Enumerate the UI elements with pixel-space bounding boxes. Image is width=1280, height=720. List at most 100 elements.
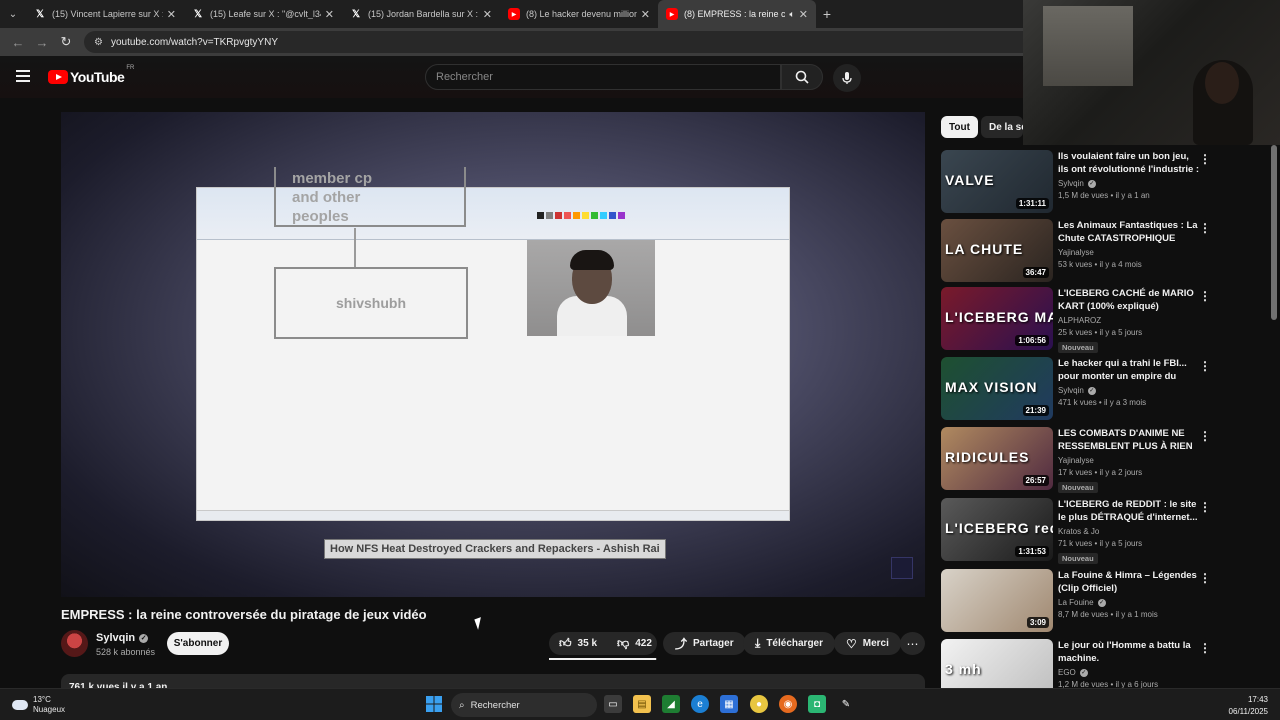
more-options-icon[interactable]: ⋮ xyxy=(1199,500,1211,514)
recommendation-channel[interactable]: La Fouine ✓ xyxy=(1058,598,1200,607)
nvidia-icon[interactable]: ◢ xyxy=(662,695,680,713)
reload-icon[interactable]: ↻ xyxy=(54,30,78,54)
system-clock[interactable]: 17:43 06/11/2025 xyxy=(1229,694,1268,718)
recommendation-thumbnail[interactable]: 3:09 xyxy=(941,569,1053,632)
recommendation-channel[interactable]: ALPHAROZ xyxy=(1058,316,1200,325)
chip-all[interactable]: Tout xyxy=(941,116,978,138)
firefox-icon[interactable]: ◉ xyxy=(779,695,797,713)
dislike-button[interactable]: 👎︎ 422 xyxy=(607,632,662,655)
chrome-icon[interactable]: ● xyxy=(750,695,768,713)
windows-start-icon[interactable] xyxy=(425,695,443,713)
recommendation-item[interactable]: L'ICEBERG MARIOKART 1:06:56 L'ICEBERG CACH… xyxy=(941,287,1213,353)
browser-tab[interactable]: 𝕏 (15) Leafe sur X : "@cvlt_l34d3r ✕ xyxy=(184,0,342,28)
speaker-icon[interactable]: 🔈︎ xyxy=(789,9,794,20)
close-tab-icon[interactable]: ✕ xyxy=(641,8,650,21)
recommendation-thumbnail[interactable]: L'ICEBERG reddit 1:31:53 xyxy=(941,498,1053,561)
tab-search-chevron-icon[interactable]: ⌄ xyxy=(0,0,26,28)
back-arrow-icon[interactable]: ← xyxy=(6,30,30,54)
task-view-icon[interactable]: ▭ xyxy=(604,695,622,713)
browser-tab[interactable]: 𝕏 (15) Vincent Lapierre sur X : "Il a ✕ xyxy=(26,0,184,28)
browser-tab[interactable]: 𝕏 (15) Jordan Bardella sur X : "Ce ✕ xyxy=(342,0,500,28)
search-button[interactable] xyxy=(781,64,823,90)
menu-icon[interactable] xyxy=(16,70,30,82)
recommendation-item[interactable]: 3:09 La Fouine & Himra – Légendes (Clip O… xyxy=(941,569,1213,633)
capture-app-icon[interactable]: ✎ xyxy=(837,695,855,713)
recommendation-channel-name[interactable]: Kratos & Jo xyxy=(1058,527,1099,536)
recommendation-thumbnail[interactable]: LA CHUTE 36:47 xyxy=(941,219,1053,282)
recommendation-channel[interactable]: Sylvqin ✓ xyxy=(1058,179,1200,188)
more-options-icon[interactable]: ⋮ xyxy=(1199,571,1211,585)
taskbar-search[interactable]: ⌕ Rechercher xyxy=(451,693,597,717)
recommendation-title[interactable]: LES COMBATS D'ANIME NE RESSEMBLENT PLUS … xyxy=(1058,427,1200,453)
recommendation-channel[interactable]: Yajinalyse xyxy=(1058,248,1200,257)
site-info-icon[interactable]: ⚙︎ xyxy=(94,37,103,48)
recommendation-channel-name[interactable]: Sylvqin xyxy=(1058,386,1084,395)
recommendation-title[interactable]: Les Animaux Fantastiques : La Chute CATA… xyxy=(1058,219,1200,245)
close-tab-icon[interactable]: ✕ xyxy=(325,8,334,21)
recommendation-channel[interactable]: EGO ✓ xyxy=(1058,668,1200,677)
channel-name[interactable]: Sylvqin ✓ xyxy=(96,632,149,644)
share-button[interactable]: ⤴ Partager xyxy=(663,632,746,655)
recommendation-thumbnail[interactable]: RIDICULES 26:57 xyxy=(941,427,1053,490)
recommendation-title[interactable]: Ils voulaient faire un bon jeu, ils ont … xyxy=(1058,150,1200,176)
file-explorer-icon[interactable]: ▤ xyxy=(633,695,651,713)
thanks-button[interactable]: ♡ Merci xyxy=(834,632,901,655)
app-icon[interactable]: ◘ xyxy=(808,695,826,713)
channel-name-text[interactable]: Sylvqin xyxy=(96,632,135,644)
recommendation-title[interactable]: Le jour où l'Homme a battu la machine. xyxy=(1058,639,1200,665)
recommendation-channel[interactable]: Kratos & Jo xyxy=(1058,527,1200,536)
recommendation-item[interactable]: MAX VISION 21:39 Le hacker qui a trahi le … xyxy=(941,357,1213,421)
like-button[interactable]: 👍︎ 35 k xyxy=(549,632,607,655)
more-options-icon[interactable]: ⋮ xyxy=(1199,221,1211,235)
recommendation-channel-name[interactable]: Yajinalyse xyxy=(1058,248,1094,257)
close-tab-icon[interactable]: ✕ xyxy=(799,8,808,21)
dislike-count: 422 xyxy=(635,638,652,649)
browser-tab-active[interactable]: ▶ (8) EMPRESS : la reine contr 🔈︎ ✕ xyxy=(658,0,816,28)
chip-from-series[interactable]: De la sé xyxy=(981,116,1023,138)
more-options-icon[interactable]: ⋮ xyxy=(1199,289,1211,303)
subscribe-button[interactable]: S'abonner xyxy=(167,632,229,655)
forward-arrow-icon[interactable]: → xyxy=(30,30,54,54)
recommendation-channel-name[interactable]: Sylvqin xyxy=(1058,179,1084,188)
close-tab-icon[interactable]: ✕ xyxy=(483,8,492,21)
recommendation-channel-name[interactable]: Yajinalyse xyxy=(1058,456,1094,465)
video-player[interactable]: member cp and other peoples shivshubh Ho… xyxy=(61,112,925,597)
recommendation-item[interactable]: LA CHUTE 36:47 Les Animaux Fantastiques : … xyxy=(941,219,1213,283)
page-scrollbar[interactable] xyxy=(1271,145,1277,320)
recommendation-channel[interactable]: Yajinalyse xyxy=(1058,456,1200,465)
recommendation-item[interactable]: RIDICULES 26:57 LES COMBATS D'ANIME NE RES… xyxy=(941,427,1213,493)
recommendation-item[interactable]: L'ICEBERG reddit 1:31:53 L'ICEBERG de REDD… xyxy=(941,498,1213,564)
more-options-icon[interactable]: ⋮ xyxy=(1199,152,1211,166)
recommendation-title[interactable]: L'ICEBERG CACHÉ de MARIO KART (100% expl… xyxy=(1058,287,1200,313)
more-actions-icon[interactable]: ⋯ xyxy=(900,632,925,655)
browser-tab[interactable]: ▶ (8) Le hacker devenu millionnaire ✕ xyxy=(500,0,658,28)
recommendation-channel[interactable]: Sylvqin ✓ xyxy=(1058,386,1200,395)
recommendation-item[interactable]: VALVE 1:31:11 Ils voulaient faire un bon j… xyxy=(941,150,1213,214)
close-tab-icon[interactable]: ✕ xyxy=(167,8,176,21)
search-input[interactable]: Rechercher xyxy=(425,64,781,90)
url-bar[interactable]: ⚙︎ youtube.com/watch?v=TKRpvgtyYNY xyxy=(84,31,1034,53)
recommendation-channel-name[interactable]: ALPHAROZ xyxy=(1058,316,1101,325)
recommendation-meta: 53 k vues • il y a 4 mois xyxy=(1058,260,1142,269)
more-options-icon[interactable]: ⋮ xyxy=(1199,359,1211,373)
more-options-icon[interactable]: ⋮ xyxy=(1199,641,1211,655)
recommendation-channel-name[interactable]: EGO xyxy=(1058,668,1076,677)
download-button[interactable]: ⤓ Télécharger xyxy=(743,632,836,655)
weather-widget[interactable]: 13°C Nuageux xyxy=(12,695,65,715)
channel-avatar[interactable] xyxy=(61,630,88,657)
store-icon[interactable]: ▦ xyxy=(720,695,738,713)
recommendation-thumbnail[interactable]: VALVE 1:31:11 xyxy=(941,150,1053,213)
new-tab-button[interactable]: + xyxy=(816,0,838,28)
recommendation-channel-name[interactable]: La Fouine xyxy=(1058,598,1094,607)
voice-search-button[interactable] xyxy=(833,64,861,92)
recommendation-thumbnail[interactable]: MAX VISION 21:39 xyxy=(941,357,1053,420)
more-options-icon[interactable]: ⋮ xyxy=(1199,429,1211,443)
video-duration: 1:31:11 xyxy=(1015,198,1049,209)
recommendation-title[interactable]: L'ICEBERG de REDDIT : le site le plus DÉ… xyxy=(1058,498,1200,524)
edge-icon[interactable]: e xyxy=(691,695,709,713)
youtube-logo[interactable]: YouTube FR xyxy=(48,65,134,85)
recommendation-title[interactable]: Le hacker qui a trahi le FBI... pour mon… xyxy=(1058,357,1200,383)
thumbnail-text: L'ICEBERG reddit xyxy=(945,520,1053,536)
recommendation-thumbnail[interactable]: L'ICEBERG MARIOKART 1:06:56 xyxy=(941,287,1053,350)
recommendation-title[interactable]: La Fouine & Himra – Légendes (Clip Offic… xyxy=(1058,569,1200,595)
